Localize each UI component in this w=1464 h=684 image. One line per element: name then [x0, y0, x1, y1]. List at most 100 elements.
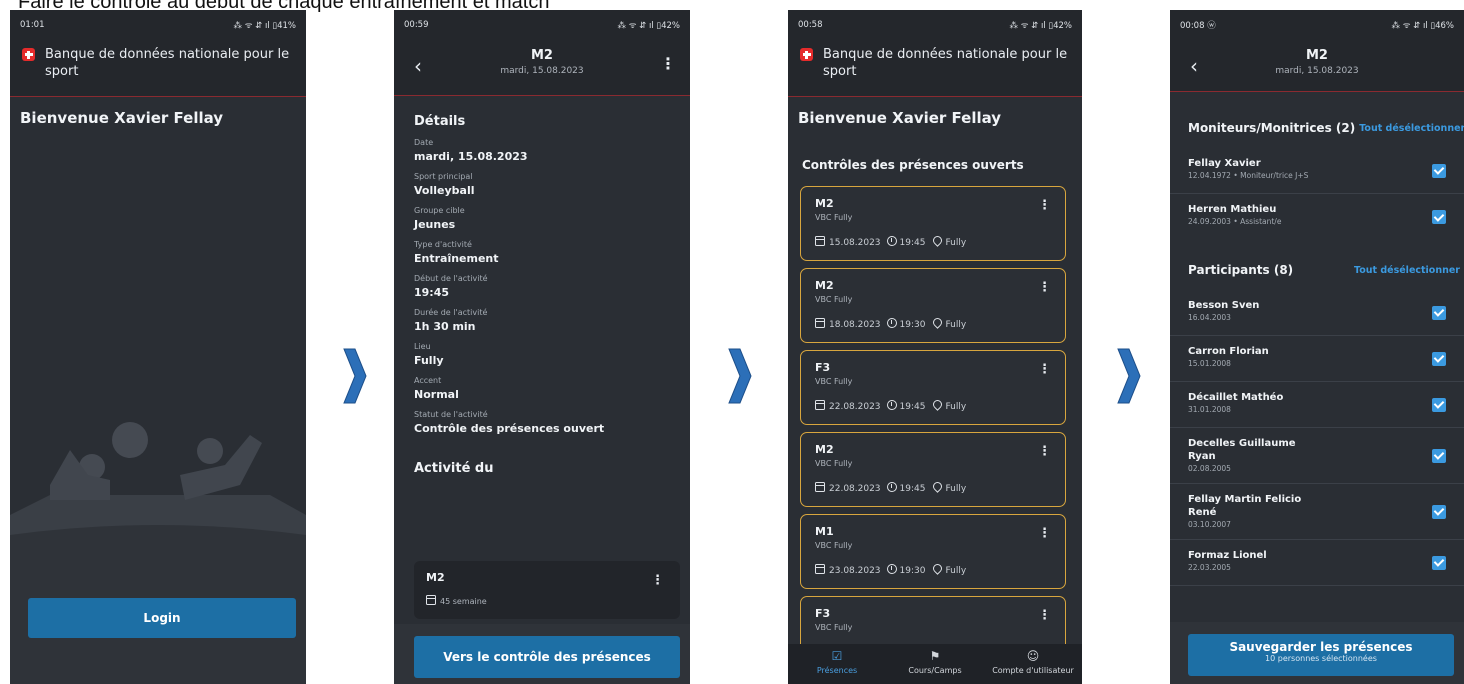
field-label: Durée de l'activité [414, 308, 488, 317]
activity-card[interactable]: M2 ⋮ 45 semaine [414, 561, 680, 619]
card-place: Fully [945, 320, 967, 330]
more-vertical-icon[interactable]: ⋮ [1038, 526, 1051, 541]
nav-item-presences[interactable]: ☑ Présences [788, 644, 886, 684]
card-date: 22.08.2023 [829, 484, 881, 494]
list-item[interactable]: Fellay Martin Felicio René 03.10.2007 [1170, 484, 1464, 540]
status-bar: 01:01 ⁂ ᯤ ⇵ ıl ▯41% [10, 10, 306, 40]
more-vertical-icon[interactable]: ⋮ [1038, 362, 1051, 377]
more-vertical-icon[interactable]: ⋮ [1038, 280, 1051, 295]
activity-week: 45 semaine [440, 597, 487, 606]
card-title: F3 [815, 361, 831, 374]
section-title: Contrôles des présences ouverts [802, 158, 1024, 172]
status-bar: 00:58 ⁂ ᯤ ⇵ ıl ▯42% [788, 10, 1082, 40]
location-pin-icon [931, 316, 945, 329]
field-value: Fully [414, 354, 444, 367]
card-time: 19:45 [899, 484, 926, 494]
clock-icon [886, 482, 897, 492]
card-meta: 18.08.2023 19:30 Fully [815, 316, 967, 330]
screen-details: 00:59 ⁂ ᯤ ⇵ ıl ▯42% ‹ M2 mardi, 15.08.20… [394, 10, 690, 684]
participants-title: Participants (8) [1188, 263, 1294, 277]
detail-field: Groupe cible Jeunes [394, 205, 690, 232]
more-vertical-icon[interactable]: ⋮ [1038, 198, 1051, 213]
card-place: Fully [945, 484, 967, 494]
checkbox-checked-icon[interactable] [1432, 351, 1446, 366]
field-value: 1h 30 min [414, 320, 476, 333]
welcome-title: Bienvenue Xavier Fellay [20, 109, 224, 127]
checklist-icon: ☑ [831, 649, 843, 663]
list-item[interactable]: Decelles Guillaume Ryan 02.08.2005 [1170, 428, 1464, 484]
card-place: Fully [945, 566, 967, 576]
checkbox-checked-icon[interactable] [1432, 305, 1446, 320]
calendar-icon [426, 595, 436, 605]
card-date: 22.08.2023 [829, 402, 881, 412]
attendance-card[interactable]: M2 VBC Fully ⋮ 22.08.2023 19:45 Fully [800, 432, 1066, 507]
person-sub: 24.09.2003 • Assistant/e [1188, 217, 1282, 226]
checkbox-checked-icon[interactable] [1432, 163, 1446, 178]
location-pin-icon [931, 398, 945, 411]
list-item[interactable]: Formaz Lionel 22.03.2005 [1170, 540, 1464, 586]
checkbox-checked-icon[interactable] [1432, 210, 1446, 224]
calendar-icon [815, 318, 825, 328]
nav-item-account[interactable]: ☺ Compte d'utilisateur [984, 644, 1082, 684]
card-place: Fully [945, 238, 967, 248]
attendance-card[interactable]: M1 VBC Fully ⋮ 23.08.2023 19:30 Fully [800, 514, 1066, 589]
checkbox-checked-icon[interactable] [1432, 504, 1446, 519]
person-name: Fellay Martin Felicio René [1188, 494, 1302, 518]
nav-item-courses[interactable]: ⚑ Cours/Camps [886, 644, 984, 684]
checkbox-checked-icon[interactable] [1432, 397, 1446, 412]
card-date: 23.08.2023 [829, 566, 881, 576]
screen-attendance-selection: 00:08 ⓦ ⁂ ᯤ ⇵ ıl ▯46% ‹ M2 mardi, 15.08.… [1170, 10, 1464, 684]
card-date: 15.08.2023 [829, 238, 881, 248]
status-bar: 00:59 ⁂ ᯤ ⇵ ıl ▯42% [394, 10, 690, 40]
login-button[interactable]: Login [28, 598, 296, 638]
welcome-title: Bienvenue Xavier Fellay [798, 109, 1002, 127]
field-value: Contrôle des présences ouvert [414, 422, 605, 435]
field-value: Entraînement [414, 252, 499, 265]
participants-header: Participants (8) Tout désélectionner [1170, 250, 1464, 290]
checkbox-checked-icon[interactable] [1432, 555, 1446, 570]
swiss-flag-icon [22, 48, 35, 61]
card-title: M2 [815, 197, 834, 210]
attendance-control-button[interactable]: Vers le contrôle des présences [414, 636, 680, 678]
status-icons: ⁂ ᯤ ⇵ ıl ▯46% [1391, 20, 1454, 31]
checkbox-checked-icon[interactable] [1432, 448, 1446, 463]
person-name: Besson Sven [1188, 300, 1260, 311]
card-time: 19:30 [899, 566, 926, 576]
calendar-icon [815, 482, 825, 492]
person-sub: 15.01.2008 [1188, 359, 1231, 368]
card-club: VBC Fully [815, 623, 853, 632]
more-vertical-icon[interactable]: ⋮ [660, 54, 676, 73]
card-title: M2 [815, 279, 834, 292]
leaders-deselect-link[interactable]: Tout désélectionner [1359, 123, 1464, 134]
person-sub: 02.08.2005 [1188, 464, 1231, 473]
list-item[interactable]: Fellay Xavier 12.04.1972 • Moniteur/tric… [1170, 148, 1464, 194]
detail-field: Accent Normal [394, 375, 690, 402]
calendar-icon [815, 400, 825, 410]
activity-heading: Activité du [414, 461, 494, 476]
nav-bar: ‹ M2 mardi, 15.08.2023 [1170, 40, 1464, 92]
card-meta: 22.08.2023 19:45 Fully [815, 398, 967, 412]
person-name: Décaillet Mathéo [1188, 392, 1284, 403]
nav-title: M2 [531, 48, 553, 63]
details-list: Date mardi, 15.08.2023 Sport principal Vol… [394, 137, 690, 436]
screen-attendance-list: 00:58 ⁂ ᯤ ⇵ ıl ▯42% Banque de données na… [788, 10, 1082, 684]
list-item[interactable]: Besson Sven 16.04.2003 [1170, 290, 1464, 336]
details-heading: Détails [414, 114, 466, 129]
card-title: M1 [815, 525, 834, 538]
save-attendance-button[interactable]: Sauvegarder les présences 10 personnes s… [1188, 634, 1454, 676]
list-item[interactable]: Carron Florian 15.01.2008 [1170, 336, 1464, 382]
brand-title: Banque de données nationale pour le spor… [45, 47, 290, 79]
attendance-card[interactable]: F3 VBC Fully ⋮ 22.08.2023 19:45 Fully [800, 350, 1066, 425]
more-vertical-icon[interactable]: ⋮ [651, 573, 664, 588]
list-item[interactable]: Herren Mathieu 24.09.2003 • Assistant/e [1170, 194, 1464, 240]
card-club: VBC Fully [815, 377, 853, 386]
attendance-card[interactable]: M2 VBC Fully ⋮ 18.08.2023 19:30 Fully [800, 268, 1066, 343]
more-vertical-icon[interactable]: ⋮ [1038, 444, 1051, 459]
card-place: Fully [945, 402, 967, 412]
person-sub: 31.01.2008 [1188, 405, 1231, 414]
attendance-card[interactable]: M2 VBC Fully ⋮ 15.08.2023 19:45 Fully [800, 186, 1066, 261]
more-vertical-icon[interactable]: ⋮ [1038, 608, 1051, 623]
list-item[interactable]: Décaillet Mathéo 31.01.2008 [1170, 382, 1464, 428]
field-label: Lieu [414, 342, 431, 351]
participants-deselect-link[interactable]: Tout désélectionner [1354, 265, 1460, 276]
